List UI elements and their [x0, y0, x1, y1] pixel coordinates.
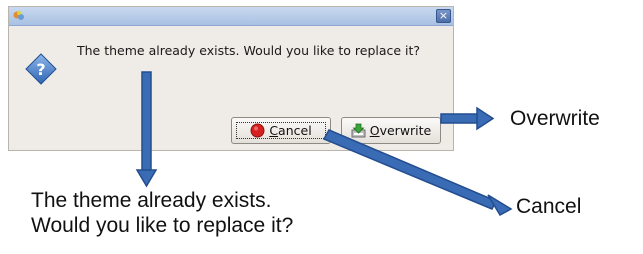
annotation-cancel: Cancel [516, 195, 582, 218]
arrow-message [135, 71, 158, 188]
annotation-overwrite: Overwrite [510, 107, 600, 130]
arrow-cancel [322, 129, 513, 217]
arrow-overwrite [440, 106, 495, 131]
annotation-message-line1: The theme already exists. [31, 189, 272, 212]
annotation-message-line2: Would you like to replace it? [31, 214, 294, 237]
annotation-message: The theme already exists. Would you like… [31, 188, 293, 238]
